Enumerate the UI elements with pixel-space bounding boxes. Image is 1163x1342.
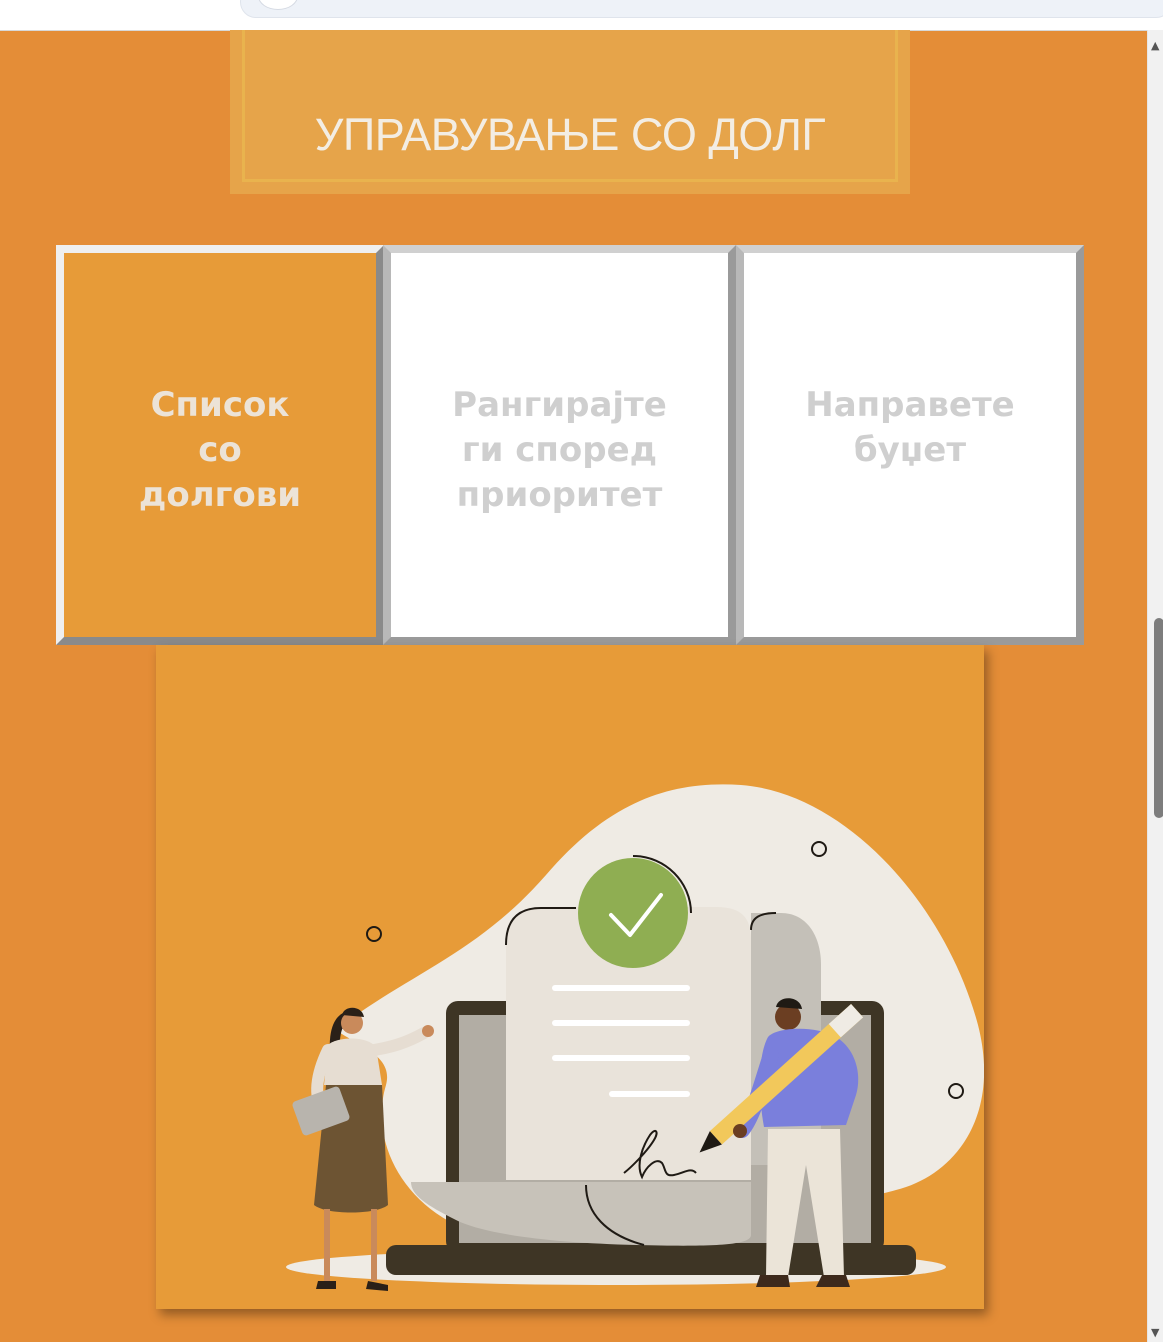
woman-leg (371, 1209, 377, 1281)
signed-document-illustration (286, 784, 984, 1291)
tab-make-budget-label: Направете буџет (805, 385, 1015, 470)
address-bar[interactable] (240, 0, 1163, 18)
document-line (552, 985, 690, 991)
man-hand (733, 1124, 747, 1138)
page-title: УПРАВУВАЊЕ СО ДОЛГ (314, 109, 826, 160)
tab-content-panel (156, 645, 984, 1309)
tab-make-budget[interactable]: Направете буџет (736, 245, 1084, 645)
decor-circle-icon (366, 926, 382, 942)
document-line (609, 1091, 690, 1097)
woman-shoe (366, 1281, 388, 1291)
scrollbar-thumb[interactable] (1154, 618, 1163, 818)
scroll-down-arrow-icon[interactable]: ▼ (1151, 1327, 1159, 1338)
tab-debt-list-label: Список со долгови (138, 385, 302, 515)
tab-debt-list[interactable]: Список со долгови (56, 245, 384, 645)
man-shoe (756, 1275, 790, 1287)
man-shoe (816, 1275, 850, 1287)
vertical-scrollbar[interactable]: ▲ ▼ (1147, 30, 1163, 1342)
tab-rank-priority-label: Рангирајте ги според приоритет (452, 385, 667, 515)
woman-leg (324, 1209, 330, 1281)
page-title-banner: УПРАВУВАЊЕ СО ДОЛГ (230, 30, 910, 194)
check-badge (578, 858, 688, 968)
woman-hand (422, 1025, 434, 1037)
document-line (552, 1020, 690, 1026)
browser-toolbar (0, 0, 1163, 31)
document-line (552, 1055, 690, 1061)
woman-shoe (316, 1281, 336, 1289)
tab-rank-priority[interactable]: Рангирајте ги според приоритет (383, 245, 736, 645)
scroll-up-arrow-icon[interactable]: ▲ (1151, 40, 1159, 51)
